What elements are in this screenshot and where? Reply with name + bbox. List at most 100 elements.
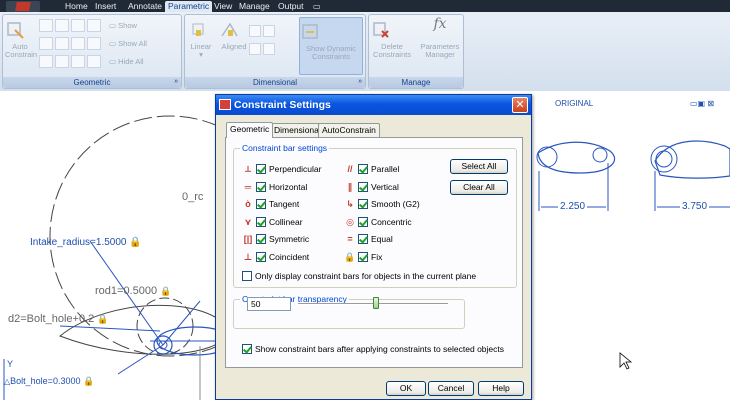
concentric-tool-icon[interactable] <box>71 19 85 32</box>
show-after-applying-option[interactable]: Show constraint bars after applying cons… <box>242 343 504 355</box>
tab-parametric[interactable]: Parametric <box>165 1 213 12</box>
aligned-label: Aligned <box>221 42 247 51</box>
constraint-checkbox[interactable] <box>358 199 368 209</box>
angular-tool-icon[interactable] <box>249 43 261 55</box>
delete-constraints-button[interactable]: Delete Constraints <box>371 20 413 59</box>
diameter-tool-icon[interactable] <box>263 25 275 37</box>
smooth-tool-icon[interactable] <box>55 55 69 68</box>
perpendicular-constraint-icon: ⟂ <box>244 164 251 174</box>
right-fix-option[interactable]: 🔒 Fix <box>342 251 382 263</box>
left-symmetric-option[interactable]: [|] Symmetric <box>240 233 309 245</box>
transparency-slider-thumb[interactable] <box>373 297 379 309</box>
constraint-label: Perpendicular <box>269 164 322 174</box>
ribbon: Auto Constrain ▭ Show ▭ Show All ▭ Hide … <box>0 12 730 91</box>
parallel-constraint-icon: // <box>347 164 353 174</box>
tab-annotate[interactable]: Annotate <box>125 1 165 12</box>
show-after-applying-checkbox[interactable] <box>242 344 252 354</box>
parallel-tool-icon[interactable] <box>39 37 53 50</box>
right-concentric-option[interactable]: ◎ Concentric <box>342 216 412 228</box>
panel-expand-icon[interactable]: » <box>174 76 178 87</box>
coincident-constraint-icon: ⊥ <box>243 251 253 262</box>
cancel-button[interactable]: Cancel <box>428 381 474 396</box>
left-collinear-option[interactable]: ⋎ Collinear <box>240 216 303 228</box>
help-button[interactable]: Help <box>478 381 524 396</box>
lock-icon: 🔒 <box>160 286 172 296</box>
constraint-checkbox[interactable] <box>358 216 368 227</box>
left-perpendicular-option[interactable]: ⟂ Perpendicular <box>240 163 321 175</box>
constraint-bar-settings-label: Constraint bar settings <box>240 143 330 153</box>
constraint-label: Symmetric <box>269 234 310 244</box>
parameters-manager-button[interactable]: fx Parameters Manager <box>417 17 463 59</box>
constraint-checkbox[interactable] <box>256 251 266 262</box>
bolt-hole-dimension[interactable]: △Bolt_hole=0.3000 🔒 <box>4 376 94 387</box>
constraint-checkbox[interactable] <box>358 251 368 262</box>
tab-output[interactable]: Output <box>275 1 307 12</box>
linear-button[interactable]: Linear ▾ <box>189 20 213 59</box>
tab-home[interactable]: Home <box>62 1 91 12</box>
collinear-tool-icon[interactable] <box>55 19 69 32</box>
vertical-tool-icon[interactable] <box>87 37 101 50</box>
ok-button[interactable]: OK <box>386 381 426 396</box>
tab-dimensional[interactable]: Dimensional <box>270 123 325 137</box>
constraint-checkbox[interactable] <box>256 164 266 174</box>
right-parallel-option[interactable]: // Parallel <box>342 163 399 175</box>
convert-tool-icon[interactable] <box>263 43 275 55</box>
dimension-3750[interactable]: 3.750 <box>680 201 710 212</box>
show-dynamic-label2: Constraints <box>312 52 350 61</box>
rod1-dimension[interactable]: rod1=0.5000 🔒 <box>95 285 171 297</box>
left-horizontal-option[interactable]: ═ Horizontal <box>240 181 307 193</box>
tab-insert[interactable]: Insert <box>92 1 119 12</box>
right-vertical-option[interactable]: ∥ Vertical <box>342 181 399 193</box>
select-all-button[interactable]: Select All <box>450 159 508 174</box>
tab-view[interactable]: View <box>211 1 235 12</box>
dialog-title-bar[interactable]: Constraint Settings ✕ <box>216 95 531 115</box>
delete-label2: Constraints <box>373 50 411 59</box>
only-current-plane-option[interactable]: Only display constraint bars for objects… <box>242 270 476 282</box>
tab-manage[interactable]: Manage <box>236 1 273 12</box>
right-smooth-g2-option[interactable]: ↳ Smooth (G2) <box>342 198 420 210</box>
fix-tool-icon[interactable] <box>87 19 101 32</box>
show-all-button[interactable]: ▭ Show All <box>109 39 147 49</box>
tab-autoconstrain[interactable]: AutoConstrain <box>318 123 380 137</box>
equal-tool-icon[interactable] <box>87 55 101 68</box>
hide-all-button[interactable]: ▭ Hide All <box>109 57 144 67</box>
lock-icons: ▭▣ ⊠ <box>690 99 715 108</box>
panel-manage-title: Manage <box>369 77 463 88</box>
tangent-tool-icon[interactable] <box>39 55 53 68</box>
constraint-checkbox[interactable] <box>358 234 368 244</box>
close-icon[interactable]: ✕ <box>512 97 528 113</box>
constraint-checkbox[interactable] <box>256 216 266 227</box>
panel-expand-icon[interactable]: » <box>358 76 362 87</box>
only-current-plane-label: Only display constraint bars for objects… <box>255 271 477 281</box>
show-button[interactable]: ▭ Show <box>109 21 137 31</box>
intake-radius-dimension[interactable]: Intake_radius=1.5000 🔒 <box>30 237 142 248</box>
dimension-2250[interactable]: 2.250 <box>558 201 588 212</box>
constraint-checkbox[interactable] <box>256 181 266 192</box>
constraint-checkbox[interactable] <box>256 199 266 209</box>
bolt-hole-d2-dimension[interactable]: d2=Bolt_hole+0.2 🔒 <box>8 313 109 325</box>
auto-constrain-button[interactable]: Auto Constrain <box>5 20 37 59</box>
coincident-tool-icon[interactable] <box>39 19 53 32</box>
right-equal-option[interactable]: = Equal <box>342 233 393 245</box>
ribbon-minimize-icon[interactable]: ▭ <box>310 1 324 12</box>
constraint-checkbox[interactable] <box>358 164 368 174</box>
left-tangent-option[interactable]: ò Tangent <box>240 198 299 210</box>
show-dynamic-constraints-button[interactable]: Show Dynamic Constraints <box>299 17 363 75</box>
radius-tool-icon[interactable] <box>249 25 261 37</box>
constraint-checkbox[interactable] <box>358 181 368 192</box>
perpendicular-tool-icon[interactable] <box>55 37 69 50</box>
panel-dimensional: Linear ▾ Aligned Show Dynamic Constraints… <box>184 14 366 89</box>
constraint-bar-settings-group: Constraint bar settings ⟂ Perpendicular ═ H… <box>233 143 517 288</box>
left-coincident-option[interactable]: ⊥ Coincident <box>240 251 309 263</box>
application-menu-button[interactable] <box>6 1 40 12</box>
clear-all-button[interactable]: Clear All <box>450 180 508 195</box>
horizontal-tool-icon[interactable] <box>71 37 85 50</box>
tab-geometric[interactable]: Geometric <box>226 122 274 138</box>
transparency-input[interactable] <box>247 297 291 311</box>
constraint-label: Fix <box>371 251 383 262</box>
constraint-checkbox[interactable] <box>256 234 266 244</box>
aligned-button[interactable]: Aligned <box>219 20 249 51</box>
tangent-constraint-icon: ò <box>245 199 251 209</box>
symmetric-tool-icon[interactable] <box>71 55 85 68</box>
only-current-plane-checkbox[interactable] <box>242 271 252 281</box>
